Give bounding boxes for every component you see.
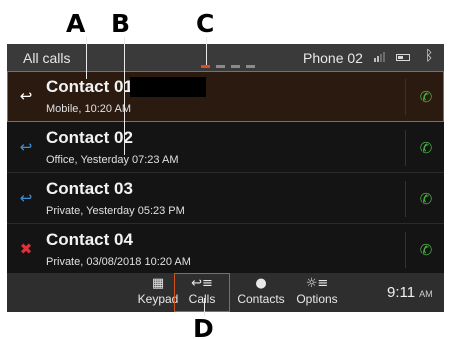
phone-icon: ✆ — [419, 139, 433, 157]
callout-a: A — [66, 9, 86, 38]
signal-icon — [374, 52, 386, 62]
contacts-icon: ● — [255, 276, 267, 291]
status-bar: All calls Phone 02 ᛒ — [7, 44, 444, 71]
call-detail: Mobile, 10:20 AM — [46, 103, 131, 115]
calls-icon: ↩≡ — [191, 276, 213, 291]
contact-name: Contact 04 — [46, 230, 133, 249]
call-button[interactable]: ✆ — [411, 236, 441, 264]
call-incoming-icon: ↩ — [19, 189, 33, 207]
call-row[interactable]: ↩ Contact 03 Private, Yesterday 05:23 PM ✆ — [7, 173, 444, 224]
leader-line-a — [86, 37, 87, 79]
bottom-nav: ▦ Keypad ↩≡ Calls ● Contacts ☼≡ Options 9:11 AM — [7, 273, 444, 312]
phone-icon: ✆ — [419, 190, 433, 208]
page-dot[interactable] — [216, 65, 225, 68]
options-icon: ☼≡ — [305, 276, 329, 291]
page-dot[interactable] — [231, 65, 240, 68]
battery-icon — [396, 54, 410, 61]
call-button[interactable]: ✆ — [411, 134, 441, 162]
row-divider — [405, 232, 406, 268]
call-button[interactable]: ✆ — [411, 185, 441, 213]
leader-line-c — [206, 37, 207, 65]
call-detail: Office, Yesterday 07:23 AM — [46, 154, 179, 166]
call-detail: Private, Yesterday 05:23 PM — [46, 205, 185, 217]
row-divider — [405, 130, 406, 166]
clock-time: 9:11 — [387, 284, 416, 301]
page-dot[interactable] — [201, 65, 210, 68]
row-divider — [405, 79, 406, 115]
phone-name: Phone 02 — [303, 50, 363, 66]
callout-c: C — [196, 9, 215, 38]
leader-line-d — [204, 298, 205, 316]
nav-label: Options — [296, 292, 338, 306]
phone-screen: All calls Phone 02 ᛒ ↩ Contact 01 Mobile, … — [7, 44, 444, 312]
nav-item-calls[interactable]: ↩≡ Calls — [174, 273, 230, 312]
callout-b: B — [111, 9, 131, 38]
call-incoming-icon: ↩ — [19, 138, 33, 156]
clock: 9:11 AM — [387, 284, 433, 301]
call-row[interactable]: ↩ Contact 02 Office, Yesterday 07:23 AM ✆ — [7, 122, 444, 173]
phone-icon: ✆ — [419, 88, 433, 106]
row-divider — [405, 181, 406, 217]
call-list: ↩ Contact 01 Mobile, 10:20 AM ✆ ↩ Contact 02 O… — [7, 71, 444, 275]
leader-line-b — [124, 37, 125, 155]
nav-label: Contacts — [237, 292, 285, 306]
nav-label: Calls — [188, 292, 216, 306]
contact-name: Contact 03 — [46, 179, 133, 198]
page-dot[interactable] — [246, 65, 255, 68]
page-indicator[interactable] — [201, 65, 255, 68]
nav-item-contacts[interactable]: ● Contacts — [235, 273, 287, 312]
call-button[interactable]: ✆ — [411, 83, 441, 111]
call-missed-icon: ✖ — [19, 240, 33, 258]
clock-ampm: AM — [419, 289, 433, 299]
status-title: All calls — [23, 50, 71, 66]
call-outgoing-icon: ↩ — [19, 87, 33, 105]
call-detail: Private, 03/08/2018 10:20 AM — [46, 256, 191, 268]
contact-name: Contact 01 — [46, 77, 133, 96]
call-row[interactable]: ✖ Contact 04 Private, 03/08/2018 10:20 AM ✆ — [7, 224, 444, 275]
bluetooth-icon: ᛒ — [425, 48, 434, 64]
nav-item-options[interactable]: ☼≡ Options — [292, 273, 342, 312]
callout-d: D — [193, 314, 214, 339]
phone-icon: ✆ — [419, 241, 433, 259]
redaction-box — [130, 77, 206, 97]
contact-name: Contact 02 — [46, 128, 133, 147]
call-row[interactable]: ↩ Contact 01 Mobile, 10:20 AM ✆ — [7, 71, 444, 122]
